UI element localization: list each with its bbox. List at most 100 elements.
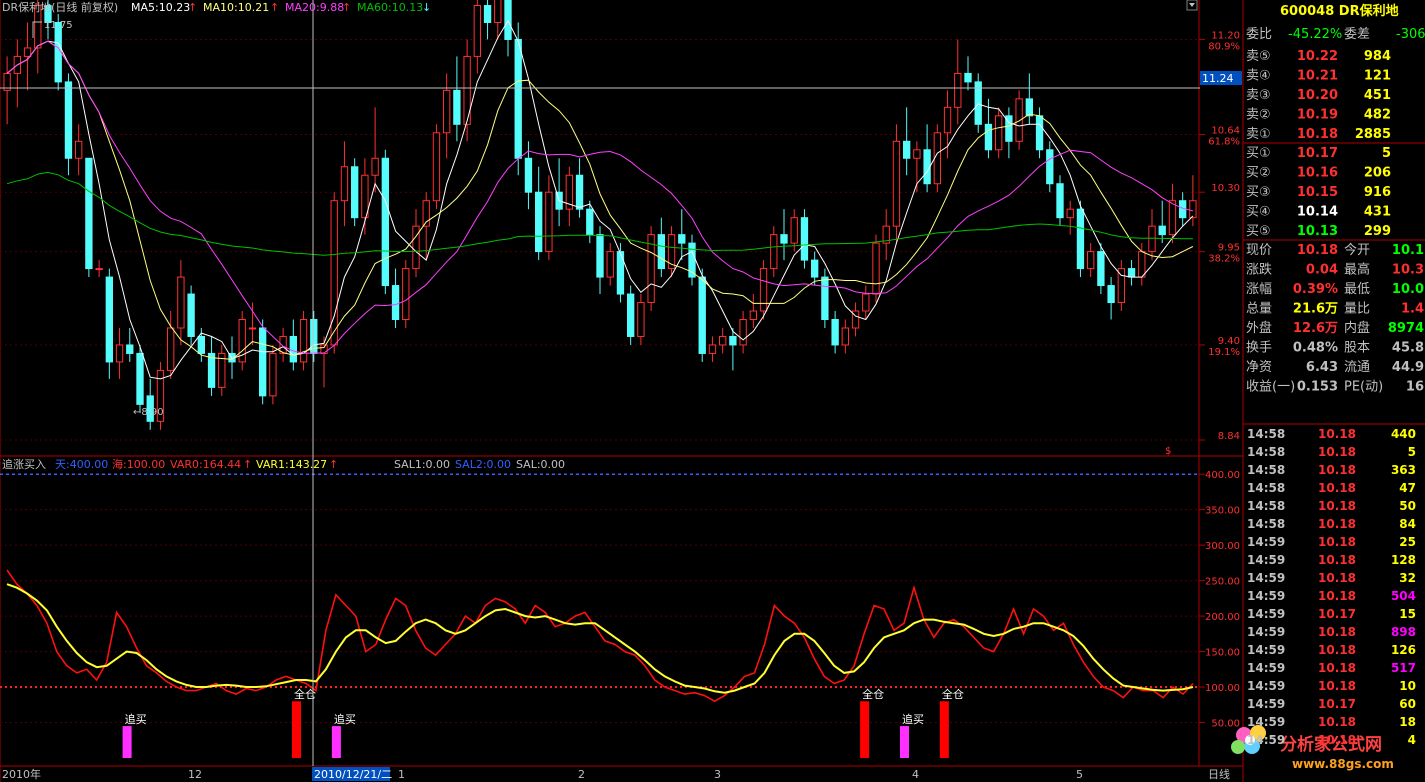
tick-volume: 126: [1391, 643, 1416, 657]
candle-body: [1117, 268, 1126, 304]
buy-volume: 431: [1364, 205, 1391, 220]
tick-volume: 25: [1399, 535, 1416, 549]
tick-list[interactable]: 14:58 10.18 440 14:58 10.18 5 14:58 10.18 363 14:…: [1247, 427, 1416, 747]
ma20-arrow: ↑: [342, 1, 351, 14]
candle-body: [534, 191, 543, 253]
candle-body: [85, 157, 93, 270]
candle-body: [1189, 200, 1197, 219]
indicator-tick-label: 300.00: [1205, 541, 1240, 552]
current-price-value: 11.24: [1202, 72, 1234, 85]
tick-volume: 363: [1391, 463, 1416, 477]
candle-body: [136, 352, 144, 405]
tick-time: 14:59: [1247, 607, 1285, 621]
tick-price: 10.18: [1318, 679, 1356, 693]
stat-value: 1.4: [1401, 302, 1424, 317]
stock-chart-canvas[interactable]: 11.2080.9%10.6461.8%10.309.9538.2%9.4019…: [0, 0, 1425, 782]
time-axis: 2010年 12 2010/12/21/二 1 2 3 4 5 日线: [2, 767, 1230, 781]
buy-price: 10.17: [1297, 146, 1338, 161]
indicator-sal: SAL:0.00: [516, 458, 565, 471]
full-signal-label: 全仓: [862, 687, 884, 701]
candle-body: [166, 327, 175, 371]
candle-body: [637, 302, 645, 337]
buy-signal-bar: [899, 726, 909, 758]
indicator-tick-label: 200.00: [1205, 612, 1240, 623]
buy-label: 买②: [1246, 166, 1271, 181]
tick-volume: 50: [1399, 499, 1416, 513]
candle-body: [95, 268, 103, 271]
stat-label: 最低: [1344, 282, 1370, 297]
candle-body: [678, 234, 686, 244]
stats-table: 现价 10.18 今开 10.1 涨跌 0.04 最高 10.3 涨幅 0.39% 最低 10.0 总量…: [1246, 242, 1424, 395]
candle-body: [933, 132, 942, 185]
indicator-grid: [0, 473, 1199, 724]
ma10-label: MA10:10.21: [203, 1, 269, 14]
tick-time: 14:59: [1247, 643, 1285, 657]
stat-label: 今开: [1344, 242, 1370, 258]
stock-title: DR保利地(日线 前复权): [2, 0, 118, 14]
time-label-2010: 2010年: [2, 767, 41, 781]
candle-body: [718, 335, 727, 346]
tick-price: 10.18: [1318, 481, 1356, 495]
tick-time: 14:58: [1247, 481, 1285, 495]
candle-body: [1168, 200, 1177, 236]
indicator-name: 追涨买入: [2, 457, 46, 471]
candle-body: [340, 166, 349, 202]
candle-body: [1056, 183, 1064, 219]
indicator-tick-label: 150.00: [1205, 648, 1240, 659]
quote-panel: 600048 DR保利地 委比 -45.22% 委差 -306 卖⑤ 10.22 9…: [1246, 3, 1425, 747]
candle-body: [841, 327, 850, 346]
stat-label: 涨幅: [1246, 282, 1272, 297]
tick-volume: 128: [1391, 553, 1416, 567]
stat-label: 涨跌: [1246, 262, 1272, 278]
candle-body: [810, 259, 819, 278]
weicha-label: 委差: [1344, 27, 1370, 42]
candlestick-series[interactable]: [3, 0, 1197, 430]
candle-body: [258, 327, 267, 397]
tick-time: 14:59: [1247, 571, 1285, 585]
buy-signal-label: 追买: [334, 712, 356, 726]
candle-body: [1035, 115, 1044, 151]
tick-volume: 60: [1399, 697, 1416, 711]
sell-volume: 984: [1364, 49, 1391, 64]
tick-volume: 10: [1399, 679, 1416, 693]
watermark-url: www.88gs.com: [1292, 757, 1394, 771]
stat-value: 0.04: [1306, 263, 1338, 278]
buy-price: 10.16: [1297, 166, 1338, 181]
tick-time: 14:59: [1247, 625, 1285, 639]
stat-value: 44.9: [1392, 360, 1424, 375]
candle-body: [483, 5, 492, 23]
candle-body: [739, 318, 747, 346]
tick-volume: 440: [1391, 427, 1416, 441]
candle-body: [1086, 251, 1095, 270]
sell-label: 卖③: [1246, 88, 1271, 103]
price-tick-pct: 61.8%: [1208, 137, 1240, 148]
sell-volume: 2885: [1355, 127, 1391, 142]
stat-value: 6.43: [1306, 360, 1338, 375]
sell-volume: 482: [1364, 108, 1391, 123]
tick-price: 10.17: [1318, 697, 1356, 711]
candle-body: [708, 344, 717, 354]
candle-body: [575, 174, 584, 210]
stat-value: 10.18: [1297, 243, 1338, 258]
candle-body: [494, 0, 502, 23]
candle-body: [913, 149, 921, 159]
candle-body: [23, 47, 32, 57]
buy-label: 买⑤: [1246, 224, 1271, 239]
candle-body: [115, 344, 124, 363]
price-tick-label: 10.64: [1211, 126, 1240, 137]
stat-value: 45.8: [1392, 341, 1424, 356]
ma5-line: [6, 19, 1194, 380]
ma10-arrow: ↑: [270, 1, 279, 14]
tick-price: 10.18: [1318, 625, 1356, 639]
var0-arrow: ↑: [243, 458, 252, 471]
tick-price: 10.18: [1318, 463, 1356, 477]
buy-price: 10.15: [1297, 185, 1338, 200]
sell-orders: 卖⑤ 10.22 984 卖④ 10.21 121 卖③ 10.20 451 卖② 10.19 482…: [1246, 49, 1391, 142]
indicator-hai: 海:100.00: [112, 457, 165, 471]
stat-label: 最高: [1344, 262, 1370, 278]
tick-volume: 517: [1391, 661, 1416, 675]
candle-body: [994, 115, 1003, 151]
price-tick-label: 9.95: [1218, 243, 1240, 254]
price-tick-pct: 38.2%: [1208, 254, 1240, 265]
candle-body: [545, 191, 553, 253]
